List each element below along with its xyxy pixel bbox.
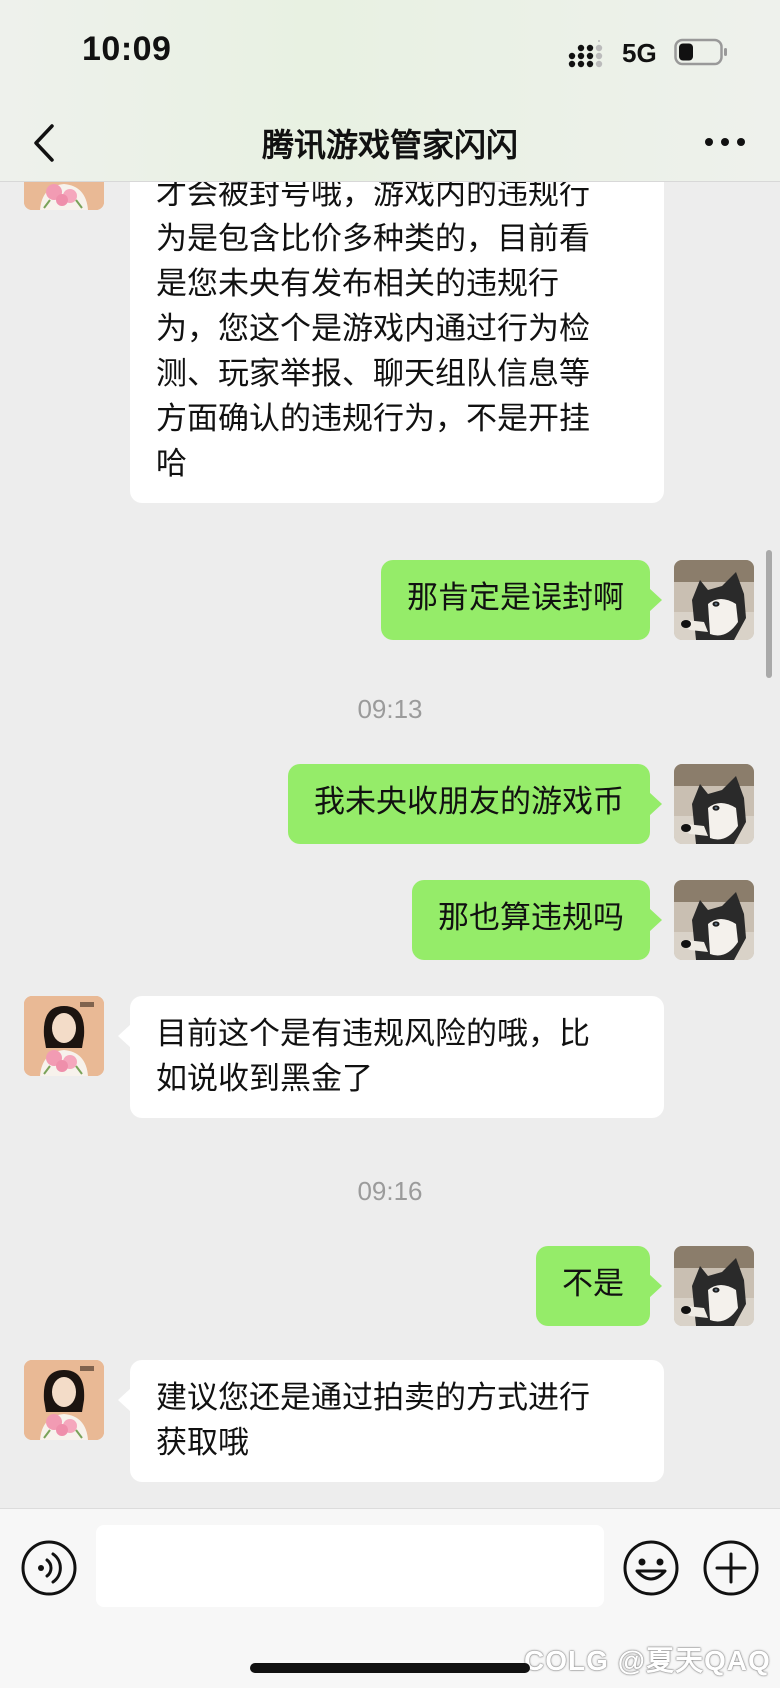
message-composer: COLG @夏天QAQ [0,1508,780,1688]
message-bubble-outgoing[interactable]: 不是 [536,1246,662,1326]
message-bubble-incoming[interactable]: 才会被封号哦，游戏内的违规行 为是包含比价多种类的，目前看 是您未央有发布相关的… [130,182,664,503]
message-bubble-outgoing[interactable]: 那肯定是误封啊 [381,560,662,640]
battery-icon [674,38,727,66]
message-bubble-incoming[interactable]: 建议您还是通过拍卖的方式进行 获取哦 [118,1360,664,1482]
chat-message-list[interactable]: 才会被封号哦，游戏内的违规行 为是包含比价多种类的，目前看 是您未央有发布相关的… [0,182,780,1508]
message-line: 如说收到黑金了 [156,1061,373,1097]
message-line: 建议您还是通过拍卖的方式进行 [156,1380,590,1416]
status-time: 10:09 [82,30,172,68]
chat-scrollbar[interactable] [766,550,772,678]
chat-header: 腾讯游戏管家闪闪 [0,104,780,182]
message-line: 为，您这个是游戏内通过行为检 [156,311,590,347]
emoji-icon[interactable] [622,1539,680,1597]
chat-title: 腾讯游戏管家闪闪 [261,126,518,164]
message-bubble-outgoing[interactable]: 我未央收朋友的游戏币 [288,764,662,844]
message-line: 那肯定是误封啊 [407,580,624,616]
status-bar: 10:09 5G [0,0,780,104]
message-line: 我未央收朋友的游戏币 [314,784,624,820]
home-indicator[interactable] [250,1663,530,1673]
message-line: 方面确认的违规行为，不是开挂 [156,401,590,437]
message-bubble-incoming[interactable]: 目前这个是有违规风险的哦，比 如说收到黑金了 [118,996,664,1118]
user-avatar[interactable] [674,880,754,960]
contact-avatar[interactable] [24,1360,104,1440]
user-avatar[interactable] [674,764,754,844]
message-timestamp: 09:16 [357,1176,423,1206]
message-input[interactable] [96,1525,604,1607]
network-type: 5G [622,38,657,68]
message-timestamp: 09:13 [357,694,423,724]
cellular-signal-icon [568,40,603,68]
message-line: 是您未央有发布相关的违规行 [156,266,559,302]
contact-avatar[interactable] [24,182,104,210]
message-line: 为是包含比价多种类的，目前看 [156,221,590,257]
message-bubble-outgoing[interactable]: 那也算违规吗 [412,880,662,960]
message-line: 目前这个是有违规风险的哦，比 [156,1016,590,1052]
message-line: 才会被封号哦，游戏内的违规行 [156,182,590,212]
more-dots-icon[interactable] [700,122,750,162]
message-line: 获取哦 [156,1425,249,1461]
message-line: 不是 [562,1266,624,1302]
contact-avatar[interactable] [24,996,104,1076]
voice-icon[interactable] [20,1539,78,1597]
user-avatar[interactable] [674,560,754,640]
message-line: 哈 [156,446,187,482]
message-line: 那也算违规吗 [438,900,624,936]
watermark: COLG @夏天QAQ [524,1645,771,1676]
message-line: 测、玩家举报、聊天组队信息等 [156,356,590,392]
plus-icon[interactable] [702,1539,760,1597]
user-avatar[interactable] [674,1246,754,1326]
back-button[interactable] [26,118,66,168]
